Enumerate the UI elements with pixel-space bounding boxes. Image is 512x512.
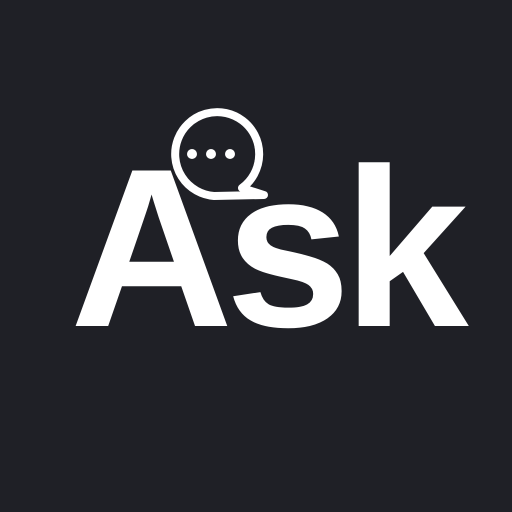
wordmark-text: Ask	[70, 121, 469, 374]
logo-graphic: Ask	[70, 108, 477, 374]
app-logo: Ask	[0, 0, 512, 512]
